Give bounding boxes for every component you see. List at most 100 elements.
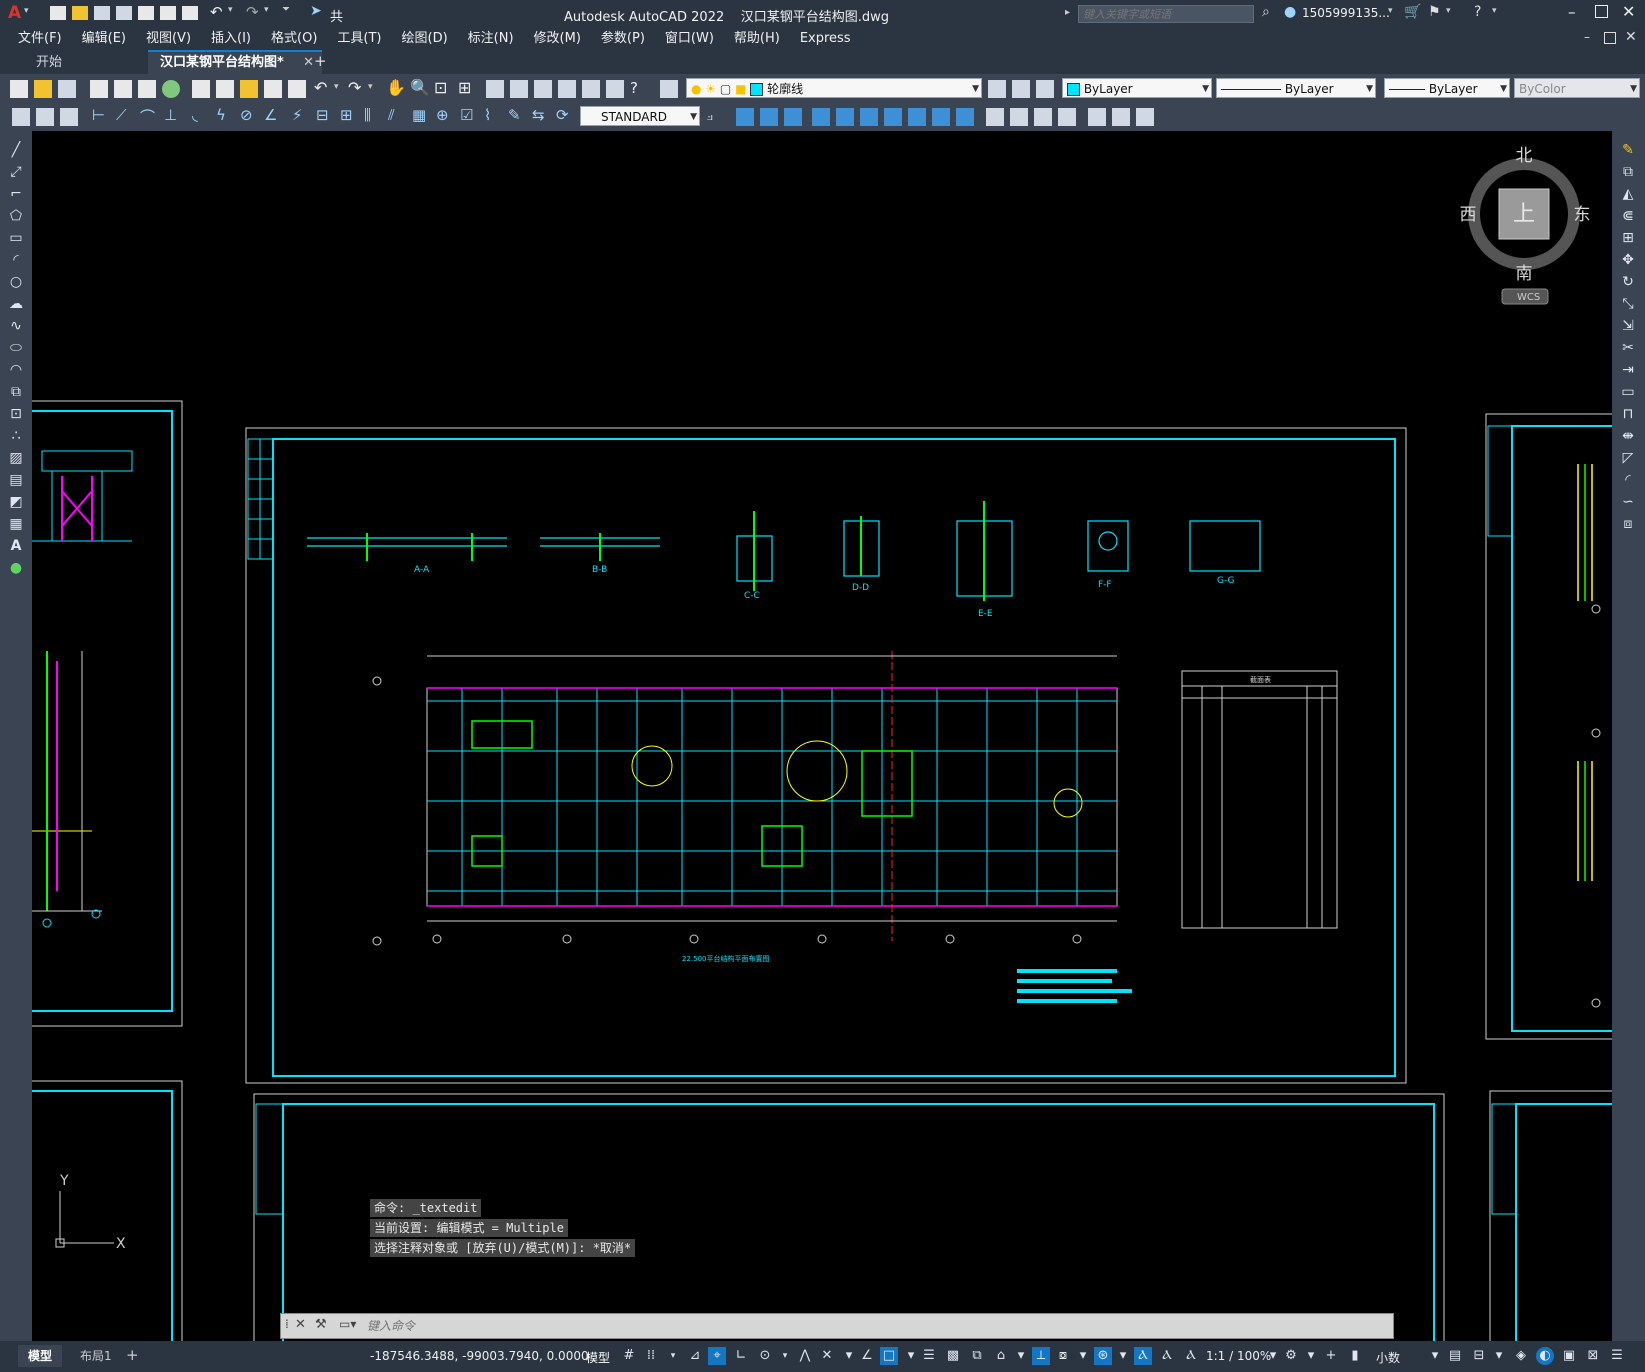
trim-icon[interactable]: ✂ [1619, 339, 1637, 357]
doc-close-icon[interactable]: ✕ [1625, 29, 1637, 45]
menu-dimension[interactable]: 标注(N) [458, 28, 524, 50]
scale-icon[interactable]: ⤡ [1619, 295, 1637, 313]
lineweight-dropdown[interactable]: ByLayer ▼ [1384, 78, 1510, 98]
help-icon[interactable]: ? [1474, 4, 1481, 20]
dim-edit-icon[interactable] [36, 108, 54, 126]
units-icon[interactable]: ▮ [1346, 1347, 1364, 1365]
polyline-icon[interactable]: ⌐ [7, 185, 25, 203]
command-grip-icon[interactable]: ⁞ [285, 1317, 289, 1331]
dim-text-edit-icon[interactable]: ⇆ [532, 106, 545, 124]
insert-block-icon[interactable]: ⧉ [7, 383, 25, 401]
new-icon[interactable] [50, 6, 66, 20]
hatch-icon[interactable]: ▨ [7, 449, 25, 467]
menu-help[interactable]: 帮助(H) [724, 28, 790, 50]
plot-icon[interactable] [182, 6, 198, 20]
dim-break-icon[interactable]: ⫽ [388, 106, 395, 124]
extend-icon[interactable]: ⇥ [1619, 361, 1637, 379]
construction-line-icon[interactable]: ⤢ [7, 163, 25, 181]
annotation-scale-icon[interactable]: Ⲁ [1182, 1347, 1200, 1365]
menu-tools[interactable]: 工具(T) [327, 28, 391, 50]
viewcube-top-label[interactable]: 上 [1513, 202, 1535, 227]
check-icon[interactable] [1112, 108, 1130, 126]
menu-draw[interactable]: 绘图(D) [392, 28, 458, 50]
color-faces-icon[interactable] [986, 108, 1004, 126]
quick-properties-icon[interactable]: ▤ [1446, 1347, 1464, 1365]
web-icon[interactable] [162, 80, 180, 98]
help-chevron-icon[interactable]: ▾ [1492, 6, 1497, 16]
cart-icon[interactable]: 🛒 [1404, 4, 1421, 20]
imprint-icon[interactable] [1010, 108, 1028, 126]
break-point-icon[interactable]: ▭ [1619, 383, 1637, 401]
save-web-icon[interactable] [160, 6, 176, 20]
tool-palettes-icon[interactable] [534, 80, 552, 98]
minimize-icon[interactable]: – [1568, 3, 1576, 21]
taper-faces-icon[interactable] [932, 108, 950, 126]
gizmo-icon[interactable]: ⊛ [1094, 1347, 1112, 1365]
viewcube[interactable]: 上 北 南 西 东 WCS [1460, 146, 1591, 305]
rotate-icon[interactable]: ↻ [1619, 273, 1637, 291]
tb-redo-icon[interactable]: ↷ [348, 78, 361, 97]
doc-restore-icon[interactable] [1604, 32, 1616, 44]
new-tab-icon[interactable]: + [314, 52, 327, 70]
clean-screen-icon[interactable]: ▣ [1560, 1347, 1578, 1365]
open-web-icon[interactable] [138, 6, 154, 20]
extrude-faces-icon[interactable] [812, 108, 830, 126]
make-block-icon[interactable]: ⊡ [7, 405, 25, 423]
redo-dropdown-icon[interactable]: ▾ [264, 5, 269, 15]
properties-icon[interactable] [486, 80, 504, 98]
clean-icon[interactable] [1034, 108, 1052, 126]
polygon-icon[interactable]: ⬠ [7, 207, 25, 225]
dynamic-ucs-icon[interactable]: ⟂ [1032, 1347, 1050, 1365]
design-center-icon[interactable] [510, 80, 528, 98]
menu-window[interactable]: 窗口(W) [655, 28, 724, 50]
customize-qat-icon[interactable]: ⏷ [282, 4, 290, 15]
osnap-icon[interactable]: □ [880, 1347, 898, 1365]
search-expand-icon[interactable]: ▸ [1065, 7, 1070, 18]
jogged-linear-icon[interactable]: ⌇ [484, 106, 491, 124]
lineweight-icon[interactable]: ☰ [920, 1347, 938, 1365]
tab-model-layout[interactable]: 模型 [18, 1345, 63, 1367]
point-icon[interactable]: ∴ [7, 427, 25, 445]
print-icon[interactable] [90, 80, 108, 98]
add-selected-icon[interactable]: ● [7, 559, 25, 577]
mirror-icon[interactable]: ◭ [1619, 185, 1637, 203]
open-icon[interactable] [72, 6, 88, 20]
coordinates-display[interactable]: -187546.3488, -99003.7940, 0.0000 [370, 1349, 589, 1363]
grid-icon[interactable]: # [620, 1347, 638, 1365]
ellipse-icon[interactable]: ⬭ [7, 339, 25, 357]
jogged-dim-icon[interactable]: ϟ [216, 106, 226, 124]
shell-icon[interactable] [1088, 108, 1106, 126]
doc-minimize-icon[interactable]: – [1584, 30, 1590, 44]
zoom-realtime-icon[interactable]: 🔍 [410, 78, 430, 97]
tb-help-icon[interactable]: ? [630, 79, 638, 97]
lock-ui-icon[interactable]: ⊟ [1470, 1347, 1488, 1365]
menu-edit[interactable]: 编辑(E) [72, 28, 136, 50]
stretch-icon[interactable]: ⇲ [1619, 317, 1637, 335]
table-icon[interactable]: ▦ [7, 515, 25, 533]
block-editor-icon[interactable] [288, 80, 306, 98]
add-layout-icon[interactable]: + [126, 1346, 139, 1364]
menu-file[interactable]: 文件(F) [8, 28, 72, 50]
tab-layout1[interactable]: 布局1 [70, 1345, 122, 1367]
offset-icon[interactable]: ⋐ [1619, 207, 1637, 225]
close-icon[interactable]: ✕ [1622, 2, 1635, 21]
user-name[interactable]: 1505999135... [1302, 6, 1390, 20]
break-icon[interactable]: ⊓ [1619, 405, 1637, 423]
print-preview-icon[interactable] [114, 80, 132, 98]
separate-icon[interactable] [1058, 108, 1076, 126]
move-faces-icon[interactable] [836, 108, 854, 126]
model-space-toggle[interactable]: 模型 [586, 1349, 610, 1366]
pan-icon[interactable]: ✋ [386, 78, 406, 97]
union-icon[interactable] [736, 108, 754, 126]
undo-icon[interactable]: ↶ [210, 3, 223, 21]
redo-icon[interactable]: ↷ [246, 3, 259, 21]
lock-ui-dropdown-icon[interactable]: ▾ [1490, 1347, 1508, 1365]
transparency-icon[interactable]: ▩ [944, 1347, 962, 1365]
qnew-icon[interactable] [10, 80, 28, 98]
tolerance-icon[interactable]: ▦ [412, 106, 426, 124]
command-customize-icon[interactable]: ⚒ [315, 1317, 327, 1332]
ordinate-dim-icon[interactable]: ⊥ [164, 106, 177, 124]
3d-osnap-icon[interactable]: ⌂ [992, 1347, 1010, 1365]
wcs-label[interactable]: WCS [1517, 292, 1540, 303]
radius-dim-icon[interactable]: ◟ [192, 106, 198, 124]
